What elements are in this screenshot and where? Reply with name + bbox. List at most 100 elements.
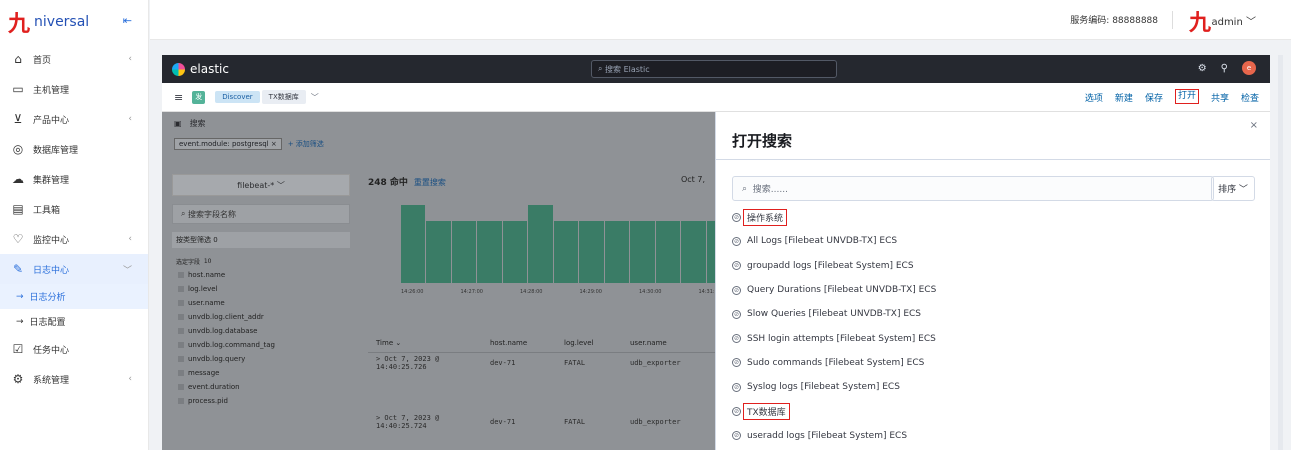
saved-query-icon[interactable]: ▣ xyxy=(174,119,182,128)
share-button[interactable]: 共享 xyxy=(1211,91,1229,104)
chevron-down-icon[interactable]: ﹀ xyxy=(311,92,319,103)
type-filter[interactable]: 按类型筛选 0 xyxy=(172,232,350,248)
histogram-bar[interactable] xyxy=(477,220,502,283)
saved-search-item[interactable]: ⊘ SSH login attempts [Filebeat System] EC… xyxy=(732,326,1252,350)
sidebar-item-cluster[interactable]: ☁ 集群管理 xyxy=(0,164,148,194)
saved-search-placeholder: 搜索...... xyxy=(752,185,788,195)
field-item[interactable]: event.duration xyxy=(172,380,350,394)
newsfeed-icon[interactable]: ⚲ xyxy=(1221,63,1228,74)
breadcrumb-discover[interactable]: Discover xyxy=(215,91,260,103)
elastic-logo[interactable]: elastic xyxy=(172,62,229,76)
table-row[interactable]: > Oct 7, 2023 @ 14:40:25.724 dev-71 FATA… xyxy=(368,412,715,432)
histogram-bar[interactable] xyxy=(706,220,715,283)
sidebar-item-server[interactable]: ▭ 主机管理 xyxy=(0,74,148,104)
histogram-bar[interactable] xyxy=(426,220,451,283)
sidebar-subitem[interactable]: → 日志配置 xyxy=(0,309,148,334)
saved-search-item[interactable]: ⊘ groupadd logs [Filebeat System] ECS xyxy=(732,254,1252,278)
inspect-button[interactable]: 检查 xyxy=(1241,91,1259,104)
saved-search-item[interactable]: ⊘ Query Durations [Filebeat UNVDB-TX] ECS xyxy=(732,278,1252,302)
cluster-icon: ☁ xyxy=(12,172,24,186)
sidebar-subnav: → 日志分析 → 日志配置 xyxy=(0,284,148,334)
new-button[interactable]: 新建 xyxy=(1115,91,1133,104)
query-bar[interactable]: ▣ 搜索 xyxy=(162,112,715,134)
saved-search-item[interactable]: ⊘ TX数据库 xyxy=(732,399,1252,423)
sidebar-item-toolbox[interactable]: ▤ 工具箱 xyxy=(0,194,148,224)
field-item[interactable]: process.pid xyxy=(172,394,350,408)
column-user[interactable]: user.name xyxy=(630,339,710,347)
sidebar-item-settings[interactable]: ⚙ 系统管理 ‹ xyxy=(0,364,148,394)
sidebar-item-label: 首页 xyxy=(33,55,52,66)
field-type-icon xyxy=(178,314,184,320)
field-item[interactable]: unvdb.log.database xyxy=(172,324,350,338)
sidebar-item-task[interactable]: ☑ 任务中心 xyxy=(0,334,148,364)
saved-search-item[interactable]: ⊘ Sudo commands [Filebeat System] ECS xyxy=(732,351,1252,375)
x-tick-label: 14:29:00 xyxy=(579,289,602,295)
sidebar-item-log[interactable]: ✎ 日志中心 ﹀ xyxy=(0,254,148,284)
field-item[interactable]: unvdb.log.client_addr xyxy=(172,310,350,324)
user-name: admin xyxy=(1211,17,1243,28)
save-button[interactable]: 保存 xyxy=(1145,91,1163,104)
saved-search-item[interactable]: ⊘ All Logs [Filebeat UNVDB-TX] ECS xyxy=(732,229,1252,253)
column-level[interactable]: log.level xyxy=(564,339,630,347)
user-menu[interactable]: admin ﹀ xyxy=(1211,13,1256,28)
avatar[interactable]: e xyxy=(1242,61,1256,75)
scrollbar-thumb[interactable] xyxy=(1278,55,1283,450)
index-pattern-select[interactable]: filebeat-* ﹀ xyxy=(172,174,350,196)
kibana-header: elastic ⌕ 搜索 Elastic ⚙ ⚲ e xyxy=(162,55,1270,83)
reset-search-link[interactable]: 重置搜索 xyxy=(414,178,446,187)
sidebar-item-heart[interactable]: ♡ 监控中心 ‹ xyxy=(0,224,148,254)
row-host: dev-71 xyxy=(490,359,516,367)
app-badge: 发 xyxy=(192,90,206,104)
histogram-bar[interactable] xyxy=(553,220,579,283)
settings-icon[interactable]: ⚙ xyxy=(1198,63,1207,74)
saved-search-item[interactable]: ⊘ 操作系统 xyxy=(732,205,1252,229)
close-icon[interactable]: × xyxy=(1250,120,1258,131)
sidebar-item-label: 数据库管理 xyxy=(33,145,79,156)
page-scrollbar[interactable] xyxy=(1271,55,1291,450)
field-name: host.name xyxy=(188,271,226,279)
field-item[interactable]: unvdb.log.command_tag xyxy=(172,338,350,352)
sort-button[interactable]: 排序 ﹀ xyxy=(1211,176,1255,201)
histogram-bar[interactable] xyxy=(630,220,655,283)
field-name: log.level xyxy=(188,285,218,293)
field-item[interactable]: user.name xyxy=(172,296,350,310)
discover-view: ▣ 搜索 event.module: postgresql × + 添加筛选 fi… xyxy=(162,112,715,450)
field-search-input[interactable]: ⌕ 搜索字段名称 xyxy=(172,204,350,224)
sidebar-item-home[interactable]: ⌂ 首页 ‹ xyxy=(0,44,148,74)
sidebar-item-label: 任务中心 xyxy=(33,345,70,356)
histogram-bar[interactable] xyxy=(502,220,528,283)
histogram-bar[interactable] xyxy=(401,205,426,283)
elastic-search-input[interactable]: ⌕ 搜索 Elastic xyxy=(591,60,837,78)
saved-search-item[interactable]: ⊘ Slow Queries [Filebeat UNVDB-TX] ECS xyxy=(732,302,1252,326)
sidebar-item-label: 日志中心 xyxy=(33,265,70,276)
column-time[interactable]: Time ⌄ xyxy=(368,339,490,347)
histogram-bar[interactable] xyxy=(579,220,604,283)
saved-search-item[interactable]: ⊘ Syslog logs [Filebeat System] ECS xyxy=(732,375,1252,399)
table-row[interactable]: > Oct 7, 2023 @ 14:40:25.726 dev-71 FATA… xyxy=(368,353,715,373)
sidebar-item-database[interactable]: ◎ 数据库管理 xyxy=(0,134,148,164)
field-item[interactable]: message xyxy=(172,366,350,380)
column-host[interactable]: host.name xyxy=(490,339,564,347)
options-button[interactable]: 选项 xyxy=(1085,91,1103,104)
sidebar-subitem[interactable]: → 日志分析 xyxy=(0,284,148,309)
histogram-bar[interactable] xyxy=(451,220,477,283)
field-item[interactable]: log.level xyxy=(172,282,350,296)
selected-fields-header[interactable]: 选定字段 10 xyxy=(172,254,350,268)
histogram-bar[interactable] xyxy=(604,220,630,283)
collapse-sidebar-icon[interactable]: ⇤ xyxy=(123,14,132,27)
sidebar-item-cart[interactable]: ⊻ 产品中心 ‹ xyxy=(0,104,148,134)
histogram-bar[interactable] xyxy=(528,205,553,283)
field-item[interactable]: host.name xyxy=(172,268,350,282)
add-filter-button[interactable]: + 添加筛选 xyxy=(288,139,324,149)
saved-search-input[interactable]: ⌕ 搜索...... xyxy=(732,176,1214,201)
flyout-title: 打开搜索 xyxy=(732,132,793,150)
saved-search-title: Syslog logs [Filebeat System] ECS xyxy=(747,382,900,393)
histogram-bar[interactable] xyxy=(655,220,681,283)
open-button[interactable]: 打开 xyxy=(1174,89,1199,104)
chevron-icon: ‹ xyxy=(128,54,132,64)
saved-search-item[interactable]: ⊘ useradd logs [Filebeat System] ECS xyxy=(732,424,1252,448)
menu-icon[interactable]: ≡ xyxy=(174,91,183,104)
filter-pill[interactable]: event.module: postgresql × xyxy=(174,138,282,150)
histogram-bar[interactable] xyxy=(681,220,706,283)
field-item[interactable]: unvdb.log.query xyxy=(172,352,350,366)
